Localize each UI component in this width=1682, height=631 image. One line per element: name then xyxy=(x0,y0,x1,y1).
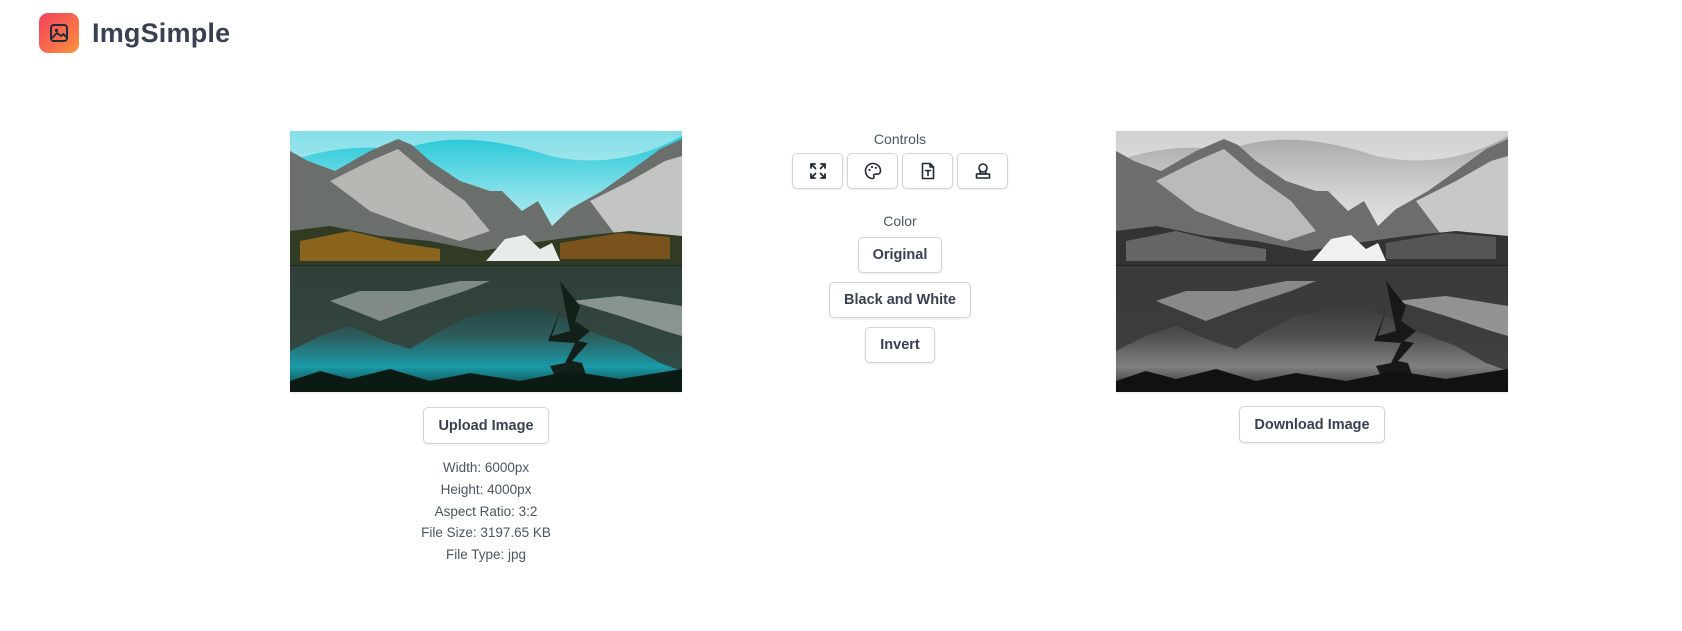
text-file-icon xyxy=(921,162,934,180)
meta-aspect-ratio: Aspect Ratio: 3:2 xyxy=(434,503,538,519)
color-options: Original Black and White Invert xyxy=(829,237,971,363)
expand-arrows-icon xyxy=(809,163,826,179)
image-icon xyxy=(50,24,68,42)
meta-width: Width: 6000px xyxy=(442,460,530,475)
controls-panel: Controls Color Original Black and White … xyxy=(778,131,1022,363)
color-tool-button[interactable] xyxy=(847,153,898,189)
watermark-tool-button[interactable] xyxy=(957,153,1008,189)
result-panel: Download Image xyxy=(1116,131,1508,443)
image-metadata: Width: 6000px Height: 4000px Aspect Rati… xyxy=(421,457,551,566)
tool-buttons xyxy=(792,153,1008,189)
app-name: ImgSimple xyxy=(92,17,231,48)
invert-button[interactable]: Invert xyxy=(865,327,935,363)
text-tool-button[interactable] xyxy=(902,153,953,189)
palette-icon xyxy=(864,162,881,180)
color-section-title: Color xyxy=(883,213,917,229)
resize-tool-button[interactable] xyxy=(792,153,843,189)
meta-height: Height: 4000px xyxy=(440,481,532,497)
app-header: ImgSimple xyxy=(39,13,230,53)
original-panel: Upload Image Width: 6000px Height: 4000p… xyxy=(290,131,682,566)
upload-image-button[interactable]: Upload Image xyxy=(423,407,549,444)
stamp-icon xyxy=(975,163,990,179)
download-image-button[interactable]: Download Image xyxy=(1239,406,1385,443)
processed-image xyxy=(1116,131,1508,392)
meta-file-type: File Type: jpg xyxy=(445,547,527,563)
meta-file-size: File Size: 3197.65 KB xyxy=(421,525,551,541)
original-image xyxy=(290,131,682,392)
controls-title: Controls xyxy=(873,131,927,147)
app-logo[interactable] xyxy=(39,13,79,53)
original-color-button[interactable]: Original xyxy=(857,237,943,273)
black-and-white-button[interactable]: Black and White xyxy=(829,282,971,318)
